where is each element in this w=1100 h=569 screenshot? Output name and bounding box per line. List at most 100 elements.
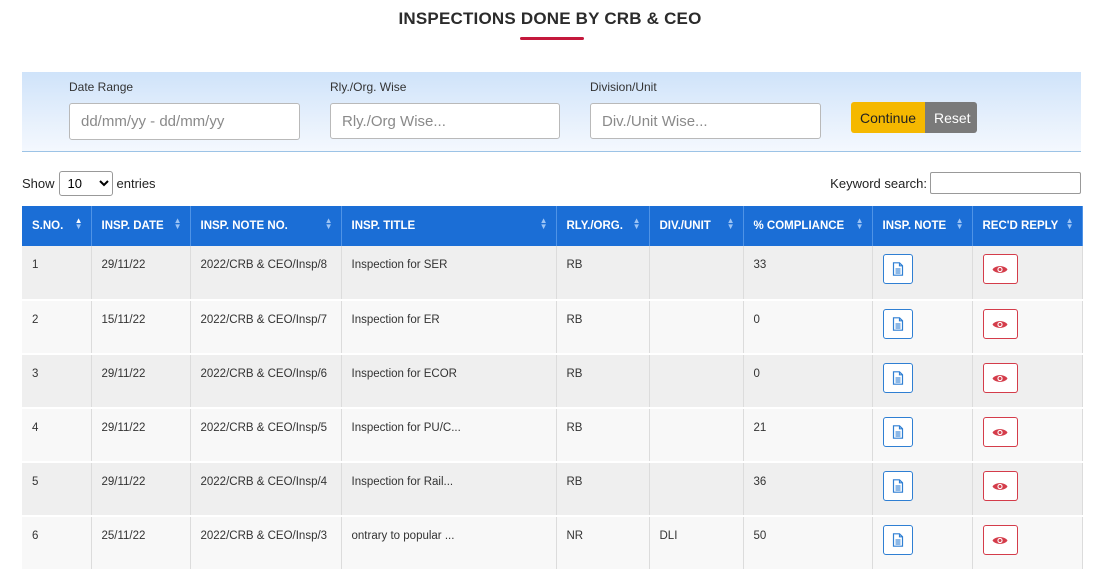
eye-icon xyxy=(992,536,1008,544)
col-header-rly[interactable]: RLY./ORG. ▲ ▼ xyxy=(556,206,650,246)
view-reply-button[interactable] xyxy=(982,417,1018,447)
eye-icon xyxy=(992,482,1008,490)
page-title: INSPECTIONS DONE BY CRB & CEO xyxy=(398,9,702,28)
col-header-sno[interactable]: S.NO. ▲ ▼ xyxy=(22,206,92,246)
cell-date: 29/11/22 xyxy=(91,354,191,409)
col-header-date[interactable]: INSP. DATE ▲ ▼ xyxy=(91,206,191,246)
cell-compliance: 21 xyxy=(743,408,873,463)
date-range-label: Date Range xyxy=(69,80,134,94)
cell-reply xyxy=(972,300,1083,355)
cell-insp-note xyxy=(872,462,973,517)
cell-insp-note xyxy=(872,408,973,463)
rly-org-input[interactable] xyxy=(330,103,560,139)
cell-note-no: 2022/CRB & CEO/Insp/5 xyxy=(190,408,342,463)
cell-reply xyxy=(972,516,1083,569)
table-row: 1 29/11/22 2022/CRB & CEO/Insp/8 Inspect… xyxy=(22,246,1083,301)
eye-icon xyxy=(992,320,1008,328)
cell-insp-note xyxy=(872,354,973,409)
cell-sno: 4 xyxy=(22,408,92,463)
document-icon xyxy=(892,533,903,547)
cell-date: 15/11/22 xyxy=(91,300,191,355)
cell-compliance: 33 xyxy=(743,246,873,301)
col-header-label: INSP. DATE xyxy=(101,220,164,232)
sort-icon: ▲ ▼ xyxy=(955,216,964,231)
col-header-insp-note[interactable]: INSP. NOTE ▲ ▼ xyxy=(872,206,973,246)
col-header-label: INSP. NOTE xyxy=(882,220,947,232)
view-note-button[interactable] xyxy=(882,309,913,339)
cell-rly: RB xyxy=(556,246,650,301)
table-row: 6 25/11/22 2022/CRB & CEO/Insp/3 ontrary… xyxy=(22,516,1083,569)
cell-reply xyxy=(972,462,1083,517)
cell-date: 29/11/22 xyxy=(91,246,191,301)
entries-label: entries xyxy=(116,176,156,191)
cell-note-no: 2022/CRB & CEO/Insp/8 xyxy=(190,246,342,301)
continue-button[interactable]: Continue xyxy=(851,102,925,133)
keyword-search-label: Keyword search: xyxy=(830,175,927,191)
view-note-button[interactable] xyxy=(882,254,913,284)
sort-icon: ▲ ▼ xyxy=(74,216,83,231)
cell-rly: RB xyxy=(556,408,650,463)
cell-sno: 5 xyxy=(22,462,92,517)
rly-org-label: Rly./Org. Wise xyxy=(330,80,407,94)
filter-bar: Date Range Rly./Org. Wise Division/Unit … xyxy=(22,72,1081,152)
cell-title: Inspection for ECOR xyxy=(341,354,557,409)
col-header-compliance[interactable]: % COMPLIANCE ▲ ▼ xyxy=(743,206,873,246)
cell-div xyxy=(649,408,744,463)
view-reply-button[interactable] xyxy=(982,363,1018,393)
view-reply-button[interactable] xyxy=(982,471,1018,501)
cell-date: 29/11/22 xyxy=(91,462,191,517)
col-header-div[interactable]: DIV./UNIT ▲ ▼ xyxy=(649,206,744,246)
table-row: 5 29/11/22 2022/CRB & CEO/Insp/4 Inspect… xyxy=(22,462,1083,517)
division-input[interactable] xyxy=(590,103,821,139)
sort-icon: ▲ ▼ xyxy=(324,216,333,231)
sort-icon: ▲ ▼ xyxy=(173,216,182,231)
sort-icon: ▲ ▼ xyxy=(1065,216,1074,231)
cell-compliance: 36 xyxy=(743,462,873,517)
view-note-button[interactable] xyxy=(882,363,913,393)
document-icon xyxy=(892,262,903,276)
eye-icon xyxy=(992,374,1008,382)
division-label: Division/Unit xyxy=(590,80,657,94)
view-note-button[interactable] xyxy=(882,525,913,555)
col-header-label: RLY./ORG. xyxy=(566,220,623,232)
cell-rly: NR xyxy=(556,516,650,569)
cell-sno: 1 xyxy=(22,246,92,301)
cell-sno: 3 xyxy=(22,354,92,409)
cell-insp-note xyxy=(872,300,973,355)
col-header-label: INSP. TITLE xyxy=(351,220,416,232)
reset-button[interactable]: Reset xyxy=(925,102,977,133)
sort-icon: ▲ ▼ xyxy=(726,216,735,231)
view-note-button[interactable] xyxy=(882,417,913,447)
cell-div xyxy=(649,354,744,409)
view-reply-button[interactable] xyxy=(982,525,1018,555)
cell-title: Inspection for PU/C... xyxy=(341,408,557,463)
table-row: 4 29/11/22 2022/CRB & CEO/Insp/5 Inspect… xyxy=(22,408,1083,463)
sort-icon: ▲ ▼ xyxy=(855,216,864,231)
table-header-row: S.NO. ▲ ▼ INSP. DATE ▲ ▼ INSP. NOTE NO. ▲ ▼ IN… xyxy=(22,206,1083,246)
cell-reply xyxy=(972,354,1083,409)
date-range-input[interactable] xyxy=(69,103,300,140)
col-header-label: INSP. NOTE NO. xyxy=(200,220,288,232)
document-icon xyxy=(892,317,903,331)
col-header-note-no[interactable]: INSP. NOTE NO. ▲ ▼ xyxy=(190,206,342,246)
cell-div xyxy=(649,300,744,355)
entries-length-control: Show 10 entries xyxy=(22,171,156,196)
cell-sno: 6 xyxy=(22,516,92,569)
cell-note-no: 2022/CRB & CEO/Insp/7 xyxy=(190,300,342,355)
view-note-button[interactable] xyxy=(882,471,913,501)
cell-insp-note xyxy=(872,516,973,569)
eye-icon xyxy=(992,265,1008,273)
keyword-search-input[interactable] xyxy=(930,172,1081,194)
cell-rly: RB xyxy=(556,300,650,355)
view-reply-button[interactable] xyxy=(982,254,1018,284)
view-reply-button[interactable] xyxy=(982,309,1018,339)
cell-reply xyxy=(972,408,1083,463)
col-header-reply[interactable]: REC'D REPLY ▲ ▼ xyxy=(972,206,1083,246)
cell-rly: RB xyxy=(556,354,650,409)
entries-select[interactable]: 10 xyxy=(58,171,113,196)
table-row: 2 15/11/22 2022/CRB & CEO/Insp/7 Inspect… xyxy=(22,300,1083,355)
cell-rly: RB xyxy=(556,462,650,517)
cell-date: 29/11/22 xyxy=(91,408,191,463)
col-header-title[interactable]: INSP. TITLE ▲ ▼ xyxy=(341,206,557,246)
table-row: 3 29/11/22 2022/CRB & CEO/Insp/6 Inspect… xyxy=(22,354,1083,409)
